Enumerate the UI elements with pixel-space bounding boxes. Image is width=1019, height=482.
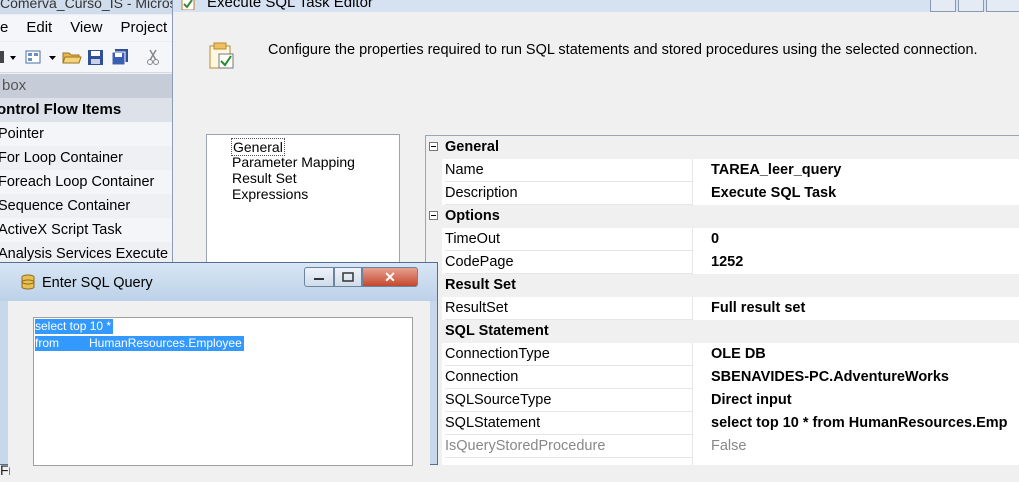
property-value[interactable]: Full result set <box>711 297 805 320</box>
property-label: TimeOut <box>445 228 693 251</box>
property-label: Name <box>445 159 693 182</box>
property-label <box>445 458 693 465</box>
property-label: ResultSet <box>445 297 693 320</box>
sql-query-line[interactable]: from HumanResources.Employee <box>35 336 244 351</box>
editor-title-bar: Execute SQL Task Editor <box>173 0 1019 12</box>
sql-dialog-title-bar[interactable]: Enter SQL Query ✕ <box>0 263 437 301</box>
editor-title: Execute SQL Task Editor <box>207 0 373 11</box>
property-value[interactable]: Execute SQL Task <box>711 182 836 205</box>
maximize-button[interactable] <box>958 0 984 12</box>
vs-title-bar: Comerva_Curso_IS - Micros <box>0 0 180 14</box>
menu-view[interactable]: View <box>61 15 111 41</box>
property-value[interactable]: 0 <box>711 228 719 251</box>
category-sql-statement[interactable]: SQL Statement <box>426 320 1019 343</box>
property-value[interactable]: SBENAVIDES-PC.AdventureWorks <box>711 366 949 389</box>
toolbox-item-foreach-loop[interactable]: Foreach Loop Container <box>0 170 180 194</box>
toolbox-header: box <box>0 74 180 98</box>
property-value[interactable]: OLE DB <box>711 343 766 366</box>
collapse-icon[interactable] <box>429 142 438 151</box>
sql-dialog-title: Enter SQL Query <box>42 275 153 291</box>
property-label: CodePage <box>445 251 693 274</box>
property-grid: General Name TAREA_leer_query Descriptio… <box>425 135 1019 465</box>
minimize-button[interactable] <box>930 0 956 12</box>
category-options[interactable]: Options <box>426 205 1019 228</box>
toolbox-section-control-flow[interactable]: ontrol Flow Items <box>0 98 180 122</box>
property-row-name[interactable]: Name TAREA_leer_query <box>426 159 1019 182</box>
property-row-connection[interactable]: Connection SBENAVIDES-PC.AdventureWorks <box>426 366 1019 389</box>
property-row-connectiontype[interactable]: ConnectionType OLE DB <box>426 343 1019 366</box>
property-label: ConnectionType <box>445 343 693 366</box>
dropdown-arrow-icon[interactable] <box>48 48 58 66</box>
property-value[interactable]: TAREA_leer_query <box>711 159 841 182</box>
toolbox-item-for-loop[interactable]: For Loop Container <box>0 146 180 170</box>
toolbox-item-sequence[interactable]: Sequence Container <box>0 194 180 218</box>
property-row-sqlstatement[interactable]: SQLStatement select top 10 * from HumanR… <box>426 412 1019 435</box>
vs-title: Comerva_Curso_IS - Micros <box>0 0 177 11</box>
property-label: SQLSourceType <box>445 389 693 412</box>
nav-expressions[interactable]: Expressions <box>232 186 308 202</box>
nav-parameter-mapping[interactable]: Parameter Mapping <box>232 154 355 170</box>
dropdown-arrow-icon[interactable] <box>0 48 20 66</box>
sql-query-line[interactable]: select top 10 * <box>35 319 114 334</box>
property-value[interactable]: Direct input <box>711 389 792 412</box>
category-result-set[interactable]: Result Set <box>426 274 1019 297</box>
close-icon: ✕ <box>384 268 396 285</box>
property-row-isquerystoredprocedure[interactable]: IsQueryStoredProcedure False <box>426 435 1019 458</box>
menu-file[interactable]: e <box>0 15 17 41</box>
property-value[interactable]: 1252 <box>711 251 743 274</box>
property-row-timeout[interactable]: TimeOut 0 <box>426 228 1019 251</box>
database-icon <box>20 274 36 290</box>
maximize-button[interactable] <box>334 267 362 287</box>
vs-menu-bar: e Edit View Project <box>0 15 180 41</box>
toolbox-item-pointer[interactable]: Pointer <box>0 122 180 146</box>
property-row-resultset[interactable]: ResultSet Full result set <box>426 297 1019 320</box>
collapse-icon[interactable] <box>429 211 438 220</box>
property-value: False <box>711 438 747 454</box>
property-label: SQLStatement <box>445 412 693 435</box>
enter-sql-query-dialog: Enter SQL Query ✕ select top 10 * from H… <box>0 262 438 466</box>
close-button[interactable]: ✕ <box>362 267 418 287</box>
property-value[interactable]: select top 10 * from HumanResources.Emp <box>711 412 1008 435</box>
open-folder-icon[interactable] <box>62 48 82 66</box>
editor-description: Configure the properties required to run… <box>268 42 978 58</box>
editor-window-controls <box>930 0 1019 12</box>
toolbox-list: Pointer For Loop Container Foreach Loop … <box>0 122 180 266</box>
property-label: IsQueryStoredProcedure <box>445 435 693 458</box>
menu-project[interactable]: Project <box>111 15 176 41</box>
cut-icon[interactable] <box>144 48 164 66</box>
sql-query-editor[interactable]: select top 10 * from HumanResources.Empl… <box>33 317 413 466</box>
property-row-sqlsourcetype[interactable]: SQLSourceType Direct input <box>426 389 1019 412</box>
property-label: Connection <box>445 366 693 389</box>
editor-header: Configure the properties required to run… <box>173 12 1019 122</box>
menu-edit[interactable]: Edit <box>17 15 61 41</box>
vs-toolbar <box>0 42 180 73</box>
sql-dialog-window-controls: ✕ <box>304 267 418 287</box>
property-label: Description <box>445 182 693 205</box>
sql-dialog-body: select top 10 * from HumanResources.Empl… <box>8 301 430 466</box>
property-row-codepage[interactable]: CodePage 1252 <box>426 251 1019 274</box>
category-general[interactable]: General <box>426 136 1019 159</box>
close-button[interactable] <box>986 0 1019 12</box>
add-item-icon[interactable] <box>24 48 44 66</box>
minimize-button[interactable] <box>304 267 334 287</box>
save-all-icon[interactable] <box>110 48 130 66</box>
nav-result-set[interactable]: Result Set <box>232 170 297 186</box>
property-row-partial <box>426 458 1019 465</box>
task-editor-icon <box>181 0 195 11</box>
save-icon[interactable] <box>86 48 106 66</box>
sql-task-icon <box>207 42 237 72</box>
toolbox-item-activex[interactable]: ActiveX Script Task <box>0 218 180 242</box>
property-row-description[interactable]: Description Execute SQL Task <box>426 182 1019 205</box>
